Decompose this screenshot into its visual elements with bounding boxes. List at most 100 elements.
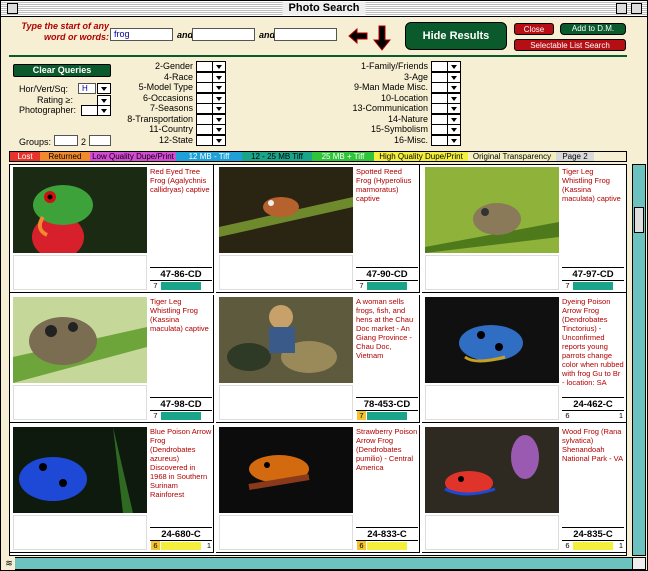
result-cell[interactable]: Wood Frog (Rana sylvatica) Shenandoah Na… [422,425,626,553]
groups-1-label: 2 [81,137,87,147]
category-label: 5-Model Type [138,82,193,92]
search-field-1[interactable]: frog [110,28,173,41]
category-dropdown[interactable] [431,82,461,93]
photo-description: Dyeing Poison Arrow Frog (Dendrobates Ti… [562,297,624,387]
category-dropdown[interactable] [196,61,226,72]
category-dropdown[interactable] [431,61,461,72]
photo-thumbnail[interactable] [425,427,559,513]
photo-description: Tiger Leg Whistling Frog (Kassina macula… [150,297,209,333]
category-dropdown[interactable] [431,71,461,83]
category-dropdown[interactable] [431,134,461,146]
grow-box-icon[interactable] [632,557,646,570]
result-cell[interactable]: Dyeing Poison Arrow Frog (Dendrobates Ti… [422,295,626,423]
chevron-down-icon [212,125,225,134]
photo-thumbnail[interactable] [13,167,147,253]
category-label: 8-Transportation [127,113,193,124]
category-dropdown[interactable] [196,82,226,93]
hide-results-button[interactable]: Hide Results [405,22,507,50]
close-box-icon[interactable] [7,3,18,14]
result-cell[interactable]: A woman sells frogs, fish, and hens at t… [216,295,420,423]
groups-field-1[interactable] [54,135,78,146]
photo-code: 47-97-CD [562,267,624,280]
photo-thumbnail[interactable] [425,167,559,253]
category-dropdown[interactable] [431,124,461,135]
category-dropdown[interactable] [196,71,226,83]
category-label: 1-Family/Friends [360,61,428,71]
legend-item: Page 2 [556,152,594,161]
search-field-2[interactable] [192,28,255,41]
result-cell[interactable]: Tiger Leg Whistling Frog (Kassina macula… [10,295,214,423]
vertical-scrollbar[interactable] [632,164,646,556]
category-label: 16-Misc. [393,134,428,145]
chevron-down-icon [212,114,225,124]
result-cell[interactable]: Red Eyed Tree Frog (Agalychnis callidrya… [10,165,214,293]
category-dropdown[interactable] [431,103,461,114]
chevron-down-icon [212,135,225,145]
chevron-down-icon [447,62,460,71]
result-cell[interactable]: Strawberry Poison Arrow Frog (Dendrobate… [216,425,420,553]
chevron-down-icon [212,72,225,82]
thumbnail-caption-area [219,255,353,290]
photo-thumbnail[interactable] [13,427,147,513]
status-stripe: 7 [562,280,624,290]
rating-number: 6 [357,541,366,550]
status-stripe: 61 [150,540,212,550]
search-field-3[interactable] [274,28,337,41]
title-bar[interactable]: Photo Search [1,1,647,17]
category-label: 13-Communication [352,103,428,113]
photo-thumbnail[interactable] [13,297,147,383]
photo-description: Blue Poison Arrow Frog (Dendrobates azur… [150,427,212,499]
selectable-list-search-button[interactable]: Selectable List Search [514,39,626,51]
category-dropdown[interactable] [431,92,461,104]
chevron-down-icon [447,125,460,134]
result-cell[interactable]: Blue Poison Arrow Frog (Dendrobates azur… [10,425,214,553]
groups-label: Groups: [19,137,52,147]
horizontal-scrollbar[interactable] [15,557,632,570]
photo-code: 24-833-C [356,527,418,540]
thumbnail-caption-area [219,385,353,420]
status-stripe: 61 [562,410,624,420]
category-label: 2-Gender [154,61,193,71]
category-dropdown[interactable] [196,103,226,114]
chevron-down-icon [447,83,460,92]
photo-code: 24-680-C [150,527,212,540]
photo-code: 24-835-C [562,527,624,540]
zoom-box-icon[interactable] [616,3,627,14]
scroll-thumb[interactable] [634,207,644,233]
secondary-number: 1 [618,411,623,420]
photo-thumbnail[interactable] [219,167,353,253]
thumbnail-caption-area [425,385,559,420]
category-dropdown[interactable] [196,124,226,135]
and-label-2: and [259,30,276,40]
status-stripe: 61 [562,540,624,550]
category-label: 9-Man Made Misc. [353,82,428,92]
close-button[interactable]: Close [514,23,554,35]
status-stripe: 6 [356,540,418,550]
photo-code: 24-462-C [562,397,624,410]
rating-label: Rating ≥: [37,95,73,105]
photo-description: Red Eyed Tree Frog (Agalychnis callidrya… [150,167,210,194]
result-cell[interactable]: Spotted Reed Frog (Hyperolius marmoratus… [216,165,420,293]
status-bar [367,282,407,290]
photo-thumbnail[interactable] [219,297,353,383]
photo-thumbnail[interactable] [219,427,353,513]
status-bar [367,412,407,420]
category-dropdown[interactable] [196,134,226,146]
and-label-1: and [177,30,194,40]
category-dropdown[interactable] [196,92,226,104]
photo-code: 47-98-CD [150,397,212,410]
legend-item: Original Transparency [468,152,556,161]
resize-icon[interactable]: ≋ [3,557,15,570]
category-dropdown[interactable] [196,113,226,125]
collapse-box-icon[interactable] [631,3,642,14]
legend-item: Low Quality Dupe/Print [90,152,176,161]
photo-thumbnail[interactable] [425,297,559,383]
status-stripe: 7 [356,280,418,290]
secondary-number: 1 [618,541,623,550]
add-to-dm-button[interactable]: Add to D.M. [560,23,626,35]
result-cell[interactable]: Tiger Leg Whistling Frog (Kassina macula… [422,165,626,293]
category-dropdown[interactable] [431,113,461,125]
photo-code: 47-86-CD [150,267,212,280]
search-prompt: Type the start of any word or words: [21,21,109,42]
thumbnail-caption-area [425,255,559,290]
